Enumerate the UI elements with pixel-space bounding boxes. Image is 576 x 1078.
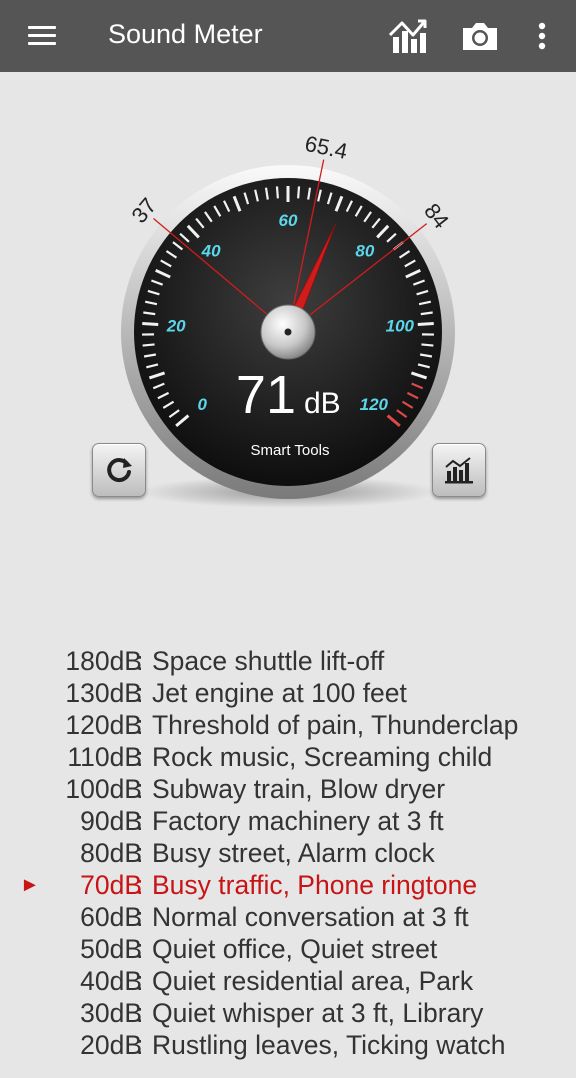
camera-icon — [463, 23, 497, 50]
reference-description: Space shuttle lift-off — [152, 646, 385, 676]
reference-description: Threshold of pain, Thunderclap — [152, 710, 519, 740]
gauge-min-marker-label: 37 — [127, 193, 162, 228]
gauge-scale-label: 120 — [360, 395, 389, 414]
reference-description: Factory machinery at 3 ft — [152, 806, 444, 836]
reference-db-value: 100dB — [65, 774, 142, 804]
reference-description: Quiet residential area, Park — [152, 966, 474, 996]
gauge-dial: 0 20 40 60 80 100 120 37 65.4 84 71 dB Smart Too… — [121, 131, 455, 508]
gauge-hub-center — [284, 328, 292, 336]
gauge-scale-label: 40 — [201, 242, 221, 261]
gauge-scale-label: 80 — [355, 242, 374, 261]
gauge-tick — [142, 343, 155, 347]
reference-separator: : — [136, 806, 144, 836]
hamburger-menu-icon-bottom — [28, 42, 56, 45]
reference-row: 30dB: Quiet whisper at 3 ft, Library — [0, 997, 576, 1029]
reference-row-active: ► 70dB: Busy traffic, Phone ringtone — [0, 869, 576, 901]
history-chart-button[interactable] — [382, 10, 434, 62]
reference-separator: : — [136, 774, 144, 804]
gauge-tick — [297, 186, 301, 199]
gauge-brand-label: Smart Tools — [251, 442, 330, 459]
reference-row: 80dB: Busy street, Alarm clock — [0, 837, 576, 869]
reference-row: 110dB: Rock music, Screaming child — [0, 741, 576, 773]
gauge-scale-label: 100 — [386, 316, 415, 335]
reference-db-value: 80dB — [80, 838, 142, 868]
hamburger-menu-icon-mid — [28, 34, 56, 37]
reference-separator: : — [136, 998, 144, 1028]
menu-button[interactable] — [22, 18, 62, 54]
reference-db-value: 30dB — [80, 998, 142, 1028]
reference-row: 60dB: Normal conversation at 3 ft — [0, 901, 576, 933]
reference-separator: : — [136, 646, 144, 676]
reference-row: 130dB: Jet engine at 100 feet — [0, 677, 576, 709]
more-vert-icon — [538, 22, 546, 50]
reference-description: Subway train, Blow dryer — [152, 774, 446, 804]
reset-button[interactable] — [92, 443, 146, 497]
reference-separator: : — [136, 710, 144, 740]
active-level-marker-icon: ► — [20, 874, 40, 896]
gauge-avg-marker-label: 65.4 — [303, 131, 350, 164]
reference-separator: : — [136, 1030, 144, 1060]
app-bar: Sound Meter — [0, 0, 576, 72]
gauge-tick — [275, 186, 279, 199]
reference-description: Rock music, Screaming child — [152, 742, 493, 772]
gauge-tick — [421, 343, 434, 347]
reference-separator: : — [136, 934, 144, 964]
reference-separator: : — [136, 870, 144, 900]
reference-db-value: 60dB — [80, 902, 142, 932]
reference-row: 100dB: Subway train, Blow dryer — [0, 773, 576, 805]
gauge-reading-value: 71 — [236, 365, 296, 425]
sound-gauge: 0 20 40 60 80 100 120 37 65.4 84 71 dB Smart Too… — [0, 120, 576, 540]
reference-row: 90dB: Factory machinery at 3 ft — [0, 805, 576, 837]
gauge-scale-label: 0 — [197, 395, 207, 414]
hamburger-menu-icon — [28, 26, 56, 29]
reference-separator: : — [136, 742, 144, 772]
app-title: Sound Meter — [108, 19, 263, 49]
gauge-reading-unit: dB — [304, 387, 341, 420]
camera-button[interactable] — [454, 10, 506, 62]
reference-description: Jet engine at 100 feet — [152, 678, 407, 708]
reference-db-value: 130dB — [65, 678, 142, 708]
reference-db-value: 110dB — [67, 742, 142, 772]
reference-db-value: 120dB — [65, 710, 142, 740]
overflow-menu-button[interactable] — [518, 10, 566, 62]
gauge-max-marker-label: 84 — [419, 199, 454, 234]
reference-db-value: 70dB — [80, 870, 142, 900]
reference-separator: : — [136, 678, 144, 708]
reference-db-value: 90dB — [80, 806, 142, 836]
gauge-tick — [142, 322, 159, 326]
reference-db-value: 50dB — [80, 934, 142, 964]
reference-row: 180dB: Space shuttle lift-off — [0, 645, 576, 677]
reference-description: Quiet office, Quiet street — [152, 934, 438, 964]
statistics-button[interactable] — [432, 443, 486, 497]
reference-separator: : — [136, 902, 144, 932]
gauge-scale-label: 20 — [166, 316, 186, 335]
reference-row: 120dB: Threshold of pain, Thunderclap — [0, 709, 576, 741]
reference-description: Busy street, Alarm clock — [152, 838, 435, 868]
reference-row: 20dB: Rustling leaves, Ticking watch — [0, 1029, 576, 1061]
gauge-scale-label: 60 — [279, 211, 298, 230]
reference-db-value: 180dB — [65, 646, 142, 676]
decibel-reference-list: 180dB: Space shuttle lift-off 130dB: Jet en… — [0, 645, 576, 1061]
gauge-tick — [417, 322, 434, 326]
reference-separator: : — [136, 838, 144, 868]
reference-db-value: 40dB — [80, 966, 142, 996]
reference-separator: : — [136, 966, 144, 996]
bar-chart-icon — [445, 457, 473, 484]
reference-row: 50dB: Quiet office, Quiet street — [0, 933, 576, 965]
refresh-icon — [107, 458, 132, 483]
reference-row: 40dB: Quiet residential area, Park — [0, 965, 576, 997]
trend-chart-icon — [388, 19, 427, 53]
reference-description: Quiet whisper at 3 ft, Library — [152, 998, 484, 1028]
reference-db-value: 20dB — [80, 1030, 142, 1060]
reference-description: Rustling leaves, Ticking watch — [152, 1030, 506, 1060]
reference-description: Busy traffic, Phone ringtone — [152, 870, 478, 900]
reference-description: Normal conversation at 3 ft — [152, 902, 469, 932]
